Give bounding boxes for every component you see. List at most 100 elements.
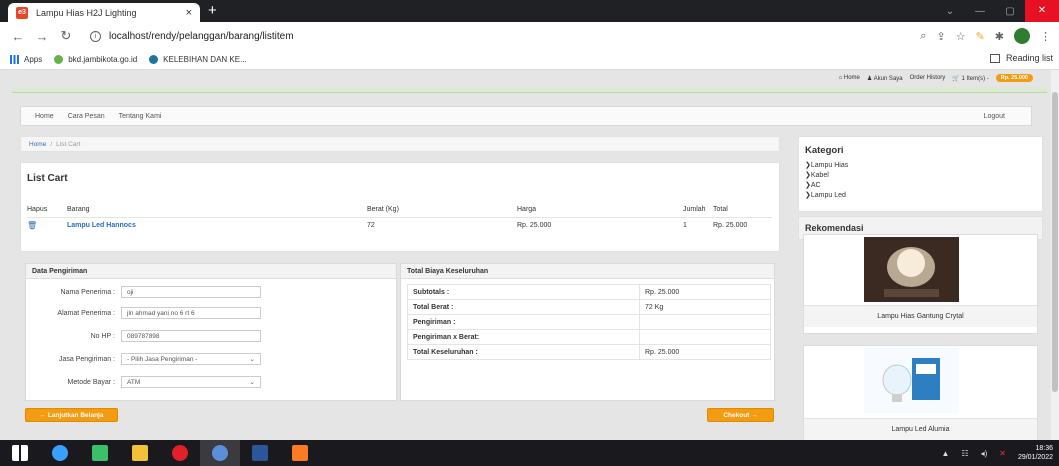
reading-list-button[interactable]: Reading list xyxy=(989,53,1053,63)
store-icon[interactable] xyxy=(80,440,120,466)
top-order-link[interactable]: Order History xyxy=(910,75,946,81)
system-tray: ▲ ☷ ◂) ✕ 18:36 29/01/2022 xyxy=(941,444,1053,462)
table-row: Total Keseluruhan : Rp. 25.000 xyxy=(407,344,771,360)
word-icon[interactable] xyxy=(240,440,280,466)
edge-icon[interactable] xyxy=(40,440,80,466)
battery-icon[interactable]: ✕ xyxy=(999,449,1006,458)
window-controls: ⌄ — ▢ ✕ xyxy=(935,0,1059,22)
nav-tentang-kami[interactable]: Tentang Kami xyxy=(119,113,162,120)
zoom-icon[interactable]: ⌕ xyxy=(920,30,926,43)
page-scrollbar[interactable] xyxy=(1051,70,1059,440)
scrollbar-thumb[interactable] xyxy=(1052,92,1058,392)
profile-avatar[interactable] xyxy=(1014,28,1030,44)
lanjutkan-belanja-button[interactable]: ← Lanjutkan Belanja xyxy=(25,408,118,422)
hp-input[interactable]: 089787898 xyxy=(121,330,261,342)
favicon-icon: e3 xyxy=(16,6,28,19)
tray-chevron-icon[interactable]: ▲ xyxy=(941,449,949,458)
windows-taskbar: ▲ ☷ ◂) ✕ 18:36 29/01/2022 xyxy=(0,440,1059,466)
table-row: 🗑 Lampu Led Hannocs 72 Rp. 25.000 1 Rp. … xyxy=(27,220,748,230)
file-explorer-icon[interactable] xyxy=(120,440,160,466)
share-icon[interactable]: ⇪ xyxy=(936,30,945,43)
table-row: Pengiriman : xyxy=(407,314,771,330)
cart-total-badge[interactable]: Rp. 25.000 xyxy=(995,74,1033,82)
table-row: Subtotals : Rp. 25.000 xyxy=(407,284,771,300)
xampp-icon[interactable] xyxy=(280,440,320,466)
totals-table: Subtotals : Rp. 25.000 Total Berat :72 Kg… xyxy=(407,284,771,360)
menu-icon[interactable]: ⋮ xyxy=(1040,30,1051,43)
close-window-button[interactable]: ✕ xyxy=(1025,0,1059,22)
hp-row: No HP : 089787898 xyxy=(26,330,261,342)
nav-home[interactable]: Home xyxy=(35,113,54,120)
info-icon[interactable]: i xyxy=(90,30,101,42)
opera-icon[interactable] xyxy=(160,440,200,466)
url-input[interactable]: i localhost/rendy/pelanggan/barang/listi… xyxy=(90,25,920,47)
product-name: Lampu Led Alumia xyxy=(804,418,1037,440)
wordpress-icon xyxy=(149,55,159,64)
nav-cara-pesan[interactable]: Cara Pesan xyxy=(68,113,105,120)
chandelier-image xyxy=(864,237,959,302)
tab-close-icon[interactable]: × xyxy=(186,7,192,19)
browser-tab[interactable]: e3 Lampu Hias H2J Lighting × xyxy=(8,3,200,22)
metode-row: Metode Bayar : ATM ⌄ xyxy=(26,376,261,388)
forward-icon[interactable]: → xyxy=(32,29,52,44)
bookmark-kelebihan[interactable]: KELEBIHAN DAN KE... xyxy=(149,55,247,64)
trash-icon[interactable]: 🗑 xyxy=(27,221,37,230)
back-icon[interactable]: ← xyxy=(8,29,28,44)
top-cart-link[interactable]: 🛒 1 Item(s) - xyxy=(952,75,988,82)
bookmarks-bar: Apps bkd.jambikota.go.id KELEBIHAN DAN K… xyxy=(0,50,1059,70)
new-tab-button[interactable]: + xyxy=(208,3,217,19)
chevron-down-icon[interactable]: ⌄ xyxy=(935,6,965,17)
bookmark-apps[interactable]: Apps xyxy=(10,55,42,64)
nama-input[interactable]: oji xyxy=(121,286,261,298)
breadcrumb-sep: / xyxy=(50,140,53,148)
product-name: Lampu Hias Gantung Crytal xyxy=(804,305,1037,327)
sidebar: Kategori ❯Lampu Hias ❯Kabel ❯AC ❯Lampu L… xyxy=(798,136,1043,240)
cart-header-row: Hapus Barang Berat (Kg) Harga Jumlah Tot… xyxy=(27,203,772,218)
cart-item-link[interactable]: Lampu Led Hannocs xyxy=(67,222,136,229)
logout-link[interactable]: Logout xyxy=(984,113,1005,120)
chrome-icon[interactable] xyxy=(200,440,240,466)
minimize-button[interactable]: — xyxy=(965,6,995,17)
url-text: localhost/rendy/pelanggan/barang/listite… xyxy=(109,30,294,42)
nama-row: Nama Penerima : oji xyxy=(26,286,261,298)
apps-grid-icon xyxy=(10,55,19,64)
breadcrumb-home[interactable]: Home xyxy=(29,141,46,148)
table-row: Pengiriman x Berat: xyxy=(407,329,771,345)
kategori-title: Kategori xyxy=(805,145,844,156)
chevron-down-icon: ⌄ xyxy=(249,356,255,363)
breadcrumb: Home / List Cart xyxy=(20,136,780,152)
kategori-item-lampu-hias[interactable]: ❯Lampu Hias xyxy=(799,160,1042,170)
chevron-down-icon: ⌄ xyxy=(249,379,255,386)
totals-title: Total Biaya Keseluruhan xyxy=(401,264,774,279)
volume-icon[interactable]: ◂) xyxy=(981,449,988,458)
reload-icon[interactable]: ↻ xyxy=(56,28,76,44)
network-icon[interactable]: ☷ xyxy=(961,449,968,458)
cart-table: Hapus Barang Berat (Kg) Harga Jumlah Tot… xyxy=(27,203,772,233)
alamat-row: Alamat Penerima : jln ahmad yani no 6 rt… xyxy=(26,307,261,319)
jasa-row: Jasa Pengiriman : - Pilih Jasa Pengirima… xyxy=(26,353,261,365)
top-home-link[interactable]: ⌂ Home xyxy=(839,75,860,81)
bookmark-bkd[interactable]: bkd.jambikota.go.id xyxy=(54,55,137,64)
page-title: List Cart xyxy=(27,173,68,184)
windows-start-icon[interactable] xyxy=(0,440,40,466)
product-card[interactable]: Lampu Led Alumia xyxy=(803,345,1038,440)
product-card[interactable]: Lampu Hias Gantung Crytal xyxy=(803,234,1038,334)
checkout-button[interactable]: Chekout → xyxy=(707,408,774,422)
kategori-item-lampu-led[interactable]: ❯Lampu Led xyxy=(799,190,1042,200)
taskbar-clock[interactable]: 18:36 29/01/2022 xyxy=(1018,444,1053,462)
table-row: Total Berat :72 Kg xyxy=(407,299,771,315)
metode-select[interactable]: ATM ⌄ xyxy=(121,376,261,388)
top-menu: ⌂ Home ♟ Akun Saya Order History 🛒 1 Ite… xyxy=(839,74,1033,82)
top-akun-link[interactable]: ♟ Akun Saya xyxy=(867,75,903,82)
kategori-item-kabel[interactable]: ❯Kabel xyxy=(799,170,1042,180)
star-icon[interactable]: ☆ xyxy=(956,30,966,43)
kategori-card: Kategori ❯Lampu Hias ❯Kabel ❯AC ❯Lampu L… xyxy=(798,136,1043,212)
shipping-title: Data Pengiriman xyxy=(26,264,396,279)
puzzle-icon[interactable]: ✱ xyxy=(995,30,1004,43)
kategori-item-ac[interactable]: ❯AC xyxy=(799,180,1042,190)
reading-list-icon xyxy=(989,53,1000,63)
alamat-input[interactable]: jln ahmad yani no 6 rt 6 xyxy=(121,307,261,319)
extension-icon[interactable]: ✎ xyxy=(976,30,985,43)
maximize-button[interactable]: ▢ xyxy=(995,6,1025,17)
jasa-select[interactable]: - Pilih Jasa Pengiriman - ⌄ xyxy=(121,353,261,365)
